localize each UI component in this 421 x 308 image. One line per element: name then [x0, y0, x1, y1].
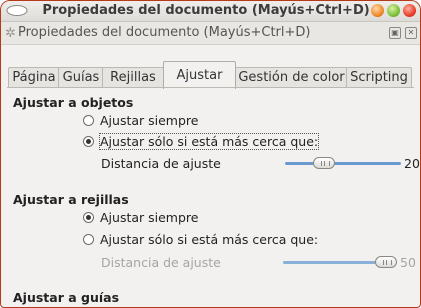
radio-label: Ajustar sólo si está más cerca que: [98, 133, 320, 150]
minimize-icon[interactable] [371, 4, 384, 17]
document-properties-window: Propiedades del documento (Mayús+Ctrl+D)… [0, 0, 421, 308]
gear-icon: ✲ [5, 26, 16, 41]
window-title: Propiedades del documento (Mayús+Ctrl+D) [42, 3, 370, 18]
radio-button[interactable] [83, 212, 94, 223]
radio-label: Ajustar siempre [100, 113, 199, 128]
radio-button[interactable] [83, 115, 94, 126]
distance-slider-rejillas[interactable] [283, 255, 397, 271]
close-icon[interactable] [403, 4, 416, 17]
radio-button[interactable] [83, 136, 94, 147]
distance-value-objetos: 20 [404, 156, 420, 171]
titlebar[interactable]: Propiedades del documento (Mayús+Ctrl+D) [1, 1, 420, 22]
distance-label-objetos: Distancia de ajuste [101, 156, 221, 171]
dock-iconify-icon[interactable]: ▣ [389, 27, 401, 39]
dock-header: ✲ Propiedades del documento (Mayús+Ctrl+… [1, 22, 420, 45]
section-heading-objetos: Ajustar a objetos [13, 95, 134, 110]
distance-slider-objetos[interactable] [285, 156, 401, 172]
maximize-icon[interactable] [387, 4, 400, 17]
slider-thumb[interactable] [313, 157, 335, 169]
tab-guias[interactable]: Guías [58, 67, 104, 88]
window-menu-icon[interactable] [5, 4, 29, 17]
slider-track[interactable] [285, 162, 401, 165]
tab-ajustar[interactable]: Ajustar [163, 61, 236, 89]
tab-gestion-color[interactable]: Gestión de color [235, 67, 348, 88]
dock-close-icon[interactable]: ✕ [405, 27, 417, 39]
tab-rejillas[interactable]: Rejillas [102, 67, 164, 88]
tab-scripting[interactable]: Scripting [346, 67, 412, 88]
tab-panel-border [7, 87, 414, 88]
distance-value-rejillas: 50 [400, 255, 416, 270]
radio-button[interactable] [83, 234, 94, 245]
section-heading-rejillas: Ajustar a rejillas [13, 192, 129, 207]
radio-label: Ajustar sólo si está más cerca que: [100, 232, 319, 247]
dock-title: Propiedades del documento (Mayús+Ctrl+D) [18, 25, 311, 40]
section-heading-guias: Ajustar a guías [13, 290, 120, 305]
radio-label: Ajustar siempre [100, 210, 199, 225]
slider-thumb[interactable] [375, 256, 397, 268]
tab-pagina[interactable]: Página [8, 67, 60, 88]
distance-label-rejillas: Distancia de ajuste [101, 255, 221, 270]
